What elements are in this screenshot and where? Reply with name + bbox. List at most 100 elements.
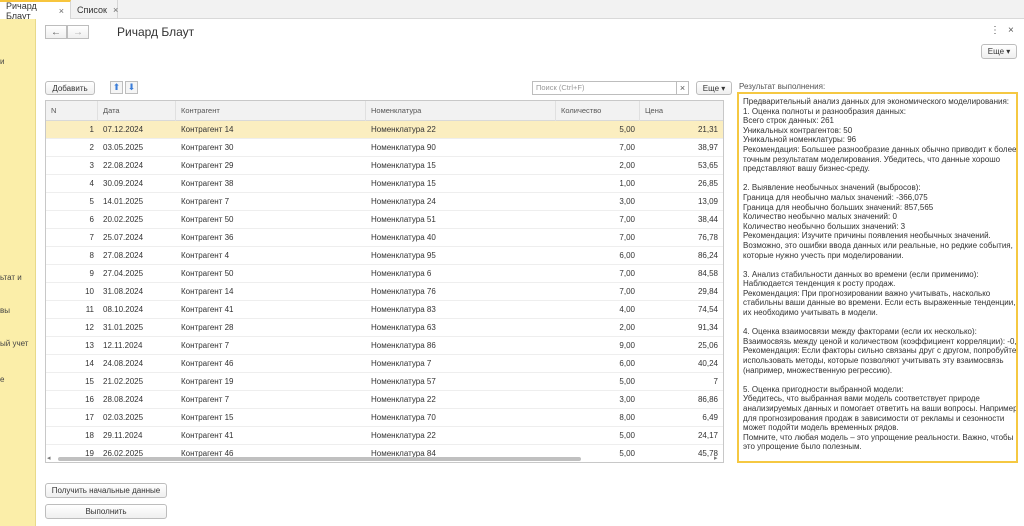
cell-counterparty: Контрагент 46 <box>181 359 234 368</box>
clear-search-icon[interactable]: × <box>677 81 689 95</box>
horizontal-scrollbar[interactable] <box>58 457 581 461</box>
get-initial-data-button[interactable]: Получить начальные данные <box>45 483 167 498</box>
table-row[interactable]: 1 07.12.2024 Контрагент 14 Номенклатура 22 5… <box>46 121 723 139</box>
result-line: 3. Анализ стабильности данных во времени… <box>743 269 979 279</box>
table-row[interactable]: 15 21.02.2025 Контрагент 19 Номенклатура 57… <box>46 373 723 391</box>
result-line: Убедитесь, что выбранная вами модель соо… <box>743 394 980 404</box>
cell-quantity: 7,00 <box>619 269 635 278</box>
cell-date: 25.07.2024 <box>103 233 144 242</box>
arrow-up-icon: ⬆ <box>112 82 121 92</box>
cell-n: 18 <box>85 431 94 440</box>
tab-richard-blaut[interactable]: Ричард Блаут × <box>0 0 71 21</box>
table-row[interactable]: 13 12.11.2024 Контрагент 7 Номенклатура 86 9… <box>46 337 723 355</box>
table-row[interactable]: 7 25.07.2024 Контрагент 36 Номенклатура 40 7… <box>46 229 723 247</box>
cell-price: 40,24 <box>697 359 718 368</box>
tab-bar: Ричард Блаут × Список × <box>0 0 1024 21</box>
table-row[interactable]: 4 30.09.2024 Контрагент 38 Номенклатура 15 1… <box>46 175 723 193</box>
result-line: стабильны ваши данные во времени. Если е… <box>743 298 1016 308</box>
cell-n: 13 <box>85 341 94 350</box>
close-tab-icon[interactable]: × <box>59 6 64 16</box>
column-header-nomenclature[interactable]: Номенклатура <box>366 101 556 121</box>
result-line: Предварительный анализ данных для эконом… <box>743 97 1010 106</box>
sidebar: и ьтат и вы ый учет е <box>0 19 36 526</box>
table-row[interactable]: 9 27.04.2025 Контрагент 50 Номенклатура 6 7,… <box>46 265 723 283</box>
back-button[interactable]: ← <box>45 25 67 39</box>
data-table: N Дата Контрагент Номенклатура Количеств… <box>45 100 724 463</box>
result-line: 1. Оценка полноты и разнообразия данных: <box>743 106 906 116</box>
sidebar-item[interactable]: ьтат и <box>0 273 22 282</box>
cell-counterparty: Контрагент 41 <box>181 431 234 440</box>
cell-price: 86,24 <box>697 251 718 260</box>
cell-nomenclature: Номенклатура 86 <box>371 341 436 350</box>
table-row[interactable]: 8 27.08.2024 Контрагент 4 Номенклатура 95 6,… <box>46 247 723 265</box>
cell-date: 29.11.2024 <box>103 431 143 440</box>
table-more-button[interactable]: Еще ▾ <box>696 81 732 95</box>
table-row[interactable]: 2 03.05.2025 Контрагент 30 Номенклатура 90 7… <box>46 139 723 157</box>
table-row[interactable]: 16 28.08.2024 Контрагент 7 Номенклатура 22 3… <box>46 391 723 409</box>
result-line: 2. Выявление необычных значений (выбросо… <box>743 183 921 193</box>
sidebar-item[interactable]: ый учет <box>0 339 28 348</box>
move-up-button[interactable]: ⬆ <box>110 81 123 94</box>
cell-counterparty: Контрагент 19 <box>181 377 234 386</box>
cell-counterparty: Контрагент 30 <box>181 143 234 152</box>
column-header-date[interactable]: Дата <box>98 101 176 121</box>
column-header-n[interactable]: N <box>46 101 98 121</box>
result-line <box>743 260 1012 270</box>
cell-price: 13,09 <box>697 197 718 206</box>
result-line: 4. Оценка взаимосвязи между факторами (е… <box>743 327 977 337</box>
forward-button[interactable]: → <box>67 25 89 39</box>
result-line: Взаимосвязь между ценой и количеством (к… <box>743 336 1018 346</box>
table-row[interactable]: 3 22.08.2024 Контрагент 29 Номенклатура 15 2… <box>46 157 723 175</box>
table-row[interactable]: 17 02.03.2025 Контрагент 15 Номенклатура 70… <box>46 409 723 427</box>
cell-date: 02.03.2025 <box>103 413 144 422</box>
close-icon[interactable]: × <box>1008 25 1014 36</box>
close-tab-icon[interactable]: × <box>113 5 118 15</box>
result-line: Рекомендация: Изучите причины появления … <box>743 231 991 241</box>
table-row[interactable]: 18 29.11.2024 Контрагент 41 Номенклатура 22… <box>46 427 723 445</box>
cell-nomenclature: Номенклатура 76 <box>371 287 436 296</box>
table-row[interactable]: 5 14.01.2025 Контрагент 7 Номенклатура 24 3,… <box>46 193 723 211</box>
cell-n: 10 <box>85 287 94 296</box>
table-row[interactable]: 6 20.02.2025 Контрагент 50 Номенклатура 51 7… <box>46 211 723 229</box>
search-input[interactable]: Поиск (Ctrl+F) <box>532 81 677 95</box>
cell-n: 4 <box>89 179 94 188</box>
cell-counterparty: Контрагент 29 <box>181 161 234 170</box>
cell-counterparty: Контрагент 38 <box>181 179 234 188</box>
move-down-button[interactable]: ⬇ <box>125 81 138 94</box>
table-row[interactable]: 14 24.08.2024 Контрагент 46 Номенклатура 7 6… <box>46 355 723 373</box>
cell-date: 27.04.2025 <box>103 269 144 278</box>
table-row[interactable]: 10 31.08.2024 Контрагент 14 Номенклатура 76… <box>46 283 723 301</box>
sidebar-item[interactable]: вы <box>0 306 10 315</box>
result-line <box>743 375 1012 385</box>
cell-date: 08.10.2024 <box>103 305 144 314</box>
table-row[interactable]: 11 08.10.2024 Контрагент 41 Номенклатура 83… <box>46 301 723 319</box>
sidebar-item[interactable]: и <box>0 57 4 66</box>
arrow-left-icon: ← <box>51 26 61 38</box>
cell-nomenclature: Номенклатура 83 <box>371 305 436 314</box>
more-vert-icon[interactable]: ⋮ <box>990 25 1000 36</box>
run-button[interactable]: Выполнить <box>45 504 167 519</box>
cell-counterparty: Контрагент 50 <box>181 269 234 278</box>
cell-counterparty: Контрагент 36 <box>181 233 234 242</box>
cell-quantity: 2,00 <box>619 323 635 332</box>
tab-list[interactable]: Список × <box>71 0 118 19</box>
column-header-price[interactable]: Цена <box>640 101 723 121</box>
result-line: Рекомендация: Если факторы сильно связан… <box>743 346 1017 356</box>
cell-price: 74,54 <box>697 305 718 314</box>
cell-price: 86,86 <box>697 395 718 404</box>
result-line: 5. Оценка пригодности выбранной модели: <box>743 384 904 394</box>
column-header-counterparty[interactable]: Контрагент <box>176 101 366 121</box>
sidebar-item[interactable]: е <box>0 375 4 384</box>
cell-counterparty: Контрагент 14 <box>181 125 234 134</box>
result-line: для прогнозирования продаж в зависимости… <box>743 413 1005 423</box>
scroll-left-icon[interactable]: ◂ <box>47 454 51 462</box>
column-header-quantity[interactable]: Количество <box>556 101 640 121</box>
cell-nomenclature: Номенклатура 95 <box>371 251 436 260</box>
cell-price: 29,84 <box>697 287 718 296</box>
header-more-button[interactable]: Еще ▾ <box>981 44 1017 59</box>
add-button[interactable]: Добавить <box>45 81 95 95</box>
table-row[interactable]: 12 31.01.2025 Контрагент 28 Номенклатура 63… <box>46 319 723 337</box>
result-textbox[interactable]: Предварительный анализ данных для эконом… <box>737 92 1018 463</box>
cell-date: 21.02.2025 <box>103 377 144 386</box>
scroll-right-icon[interactable]: ▸ <box>714 454 718 462</box>
